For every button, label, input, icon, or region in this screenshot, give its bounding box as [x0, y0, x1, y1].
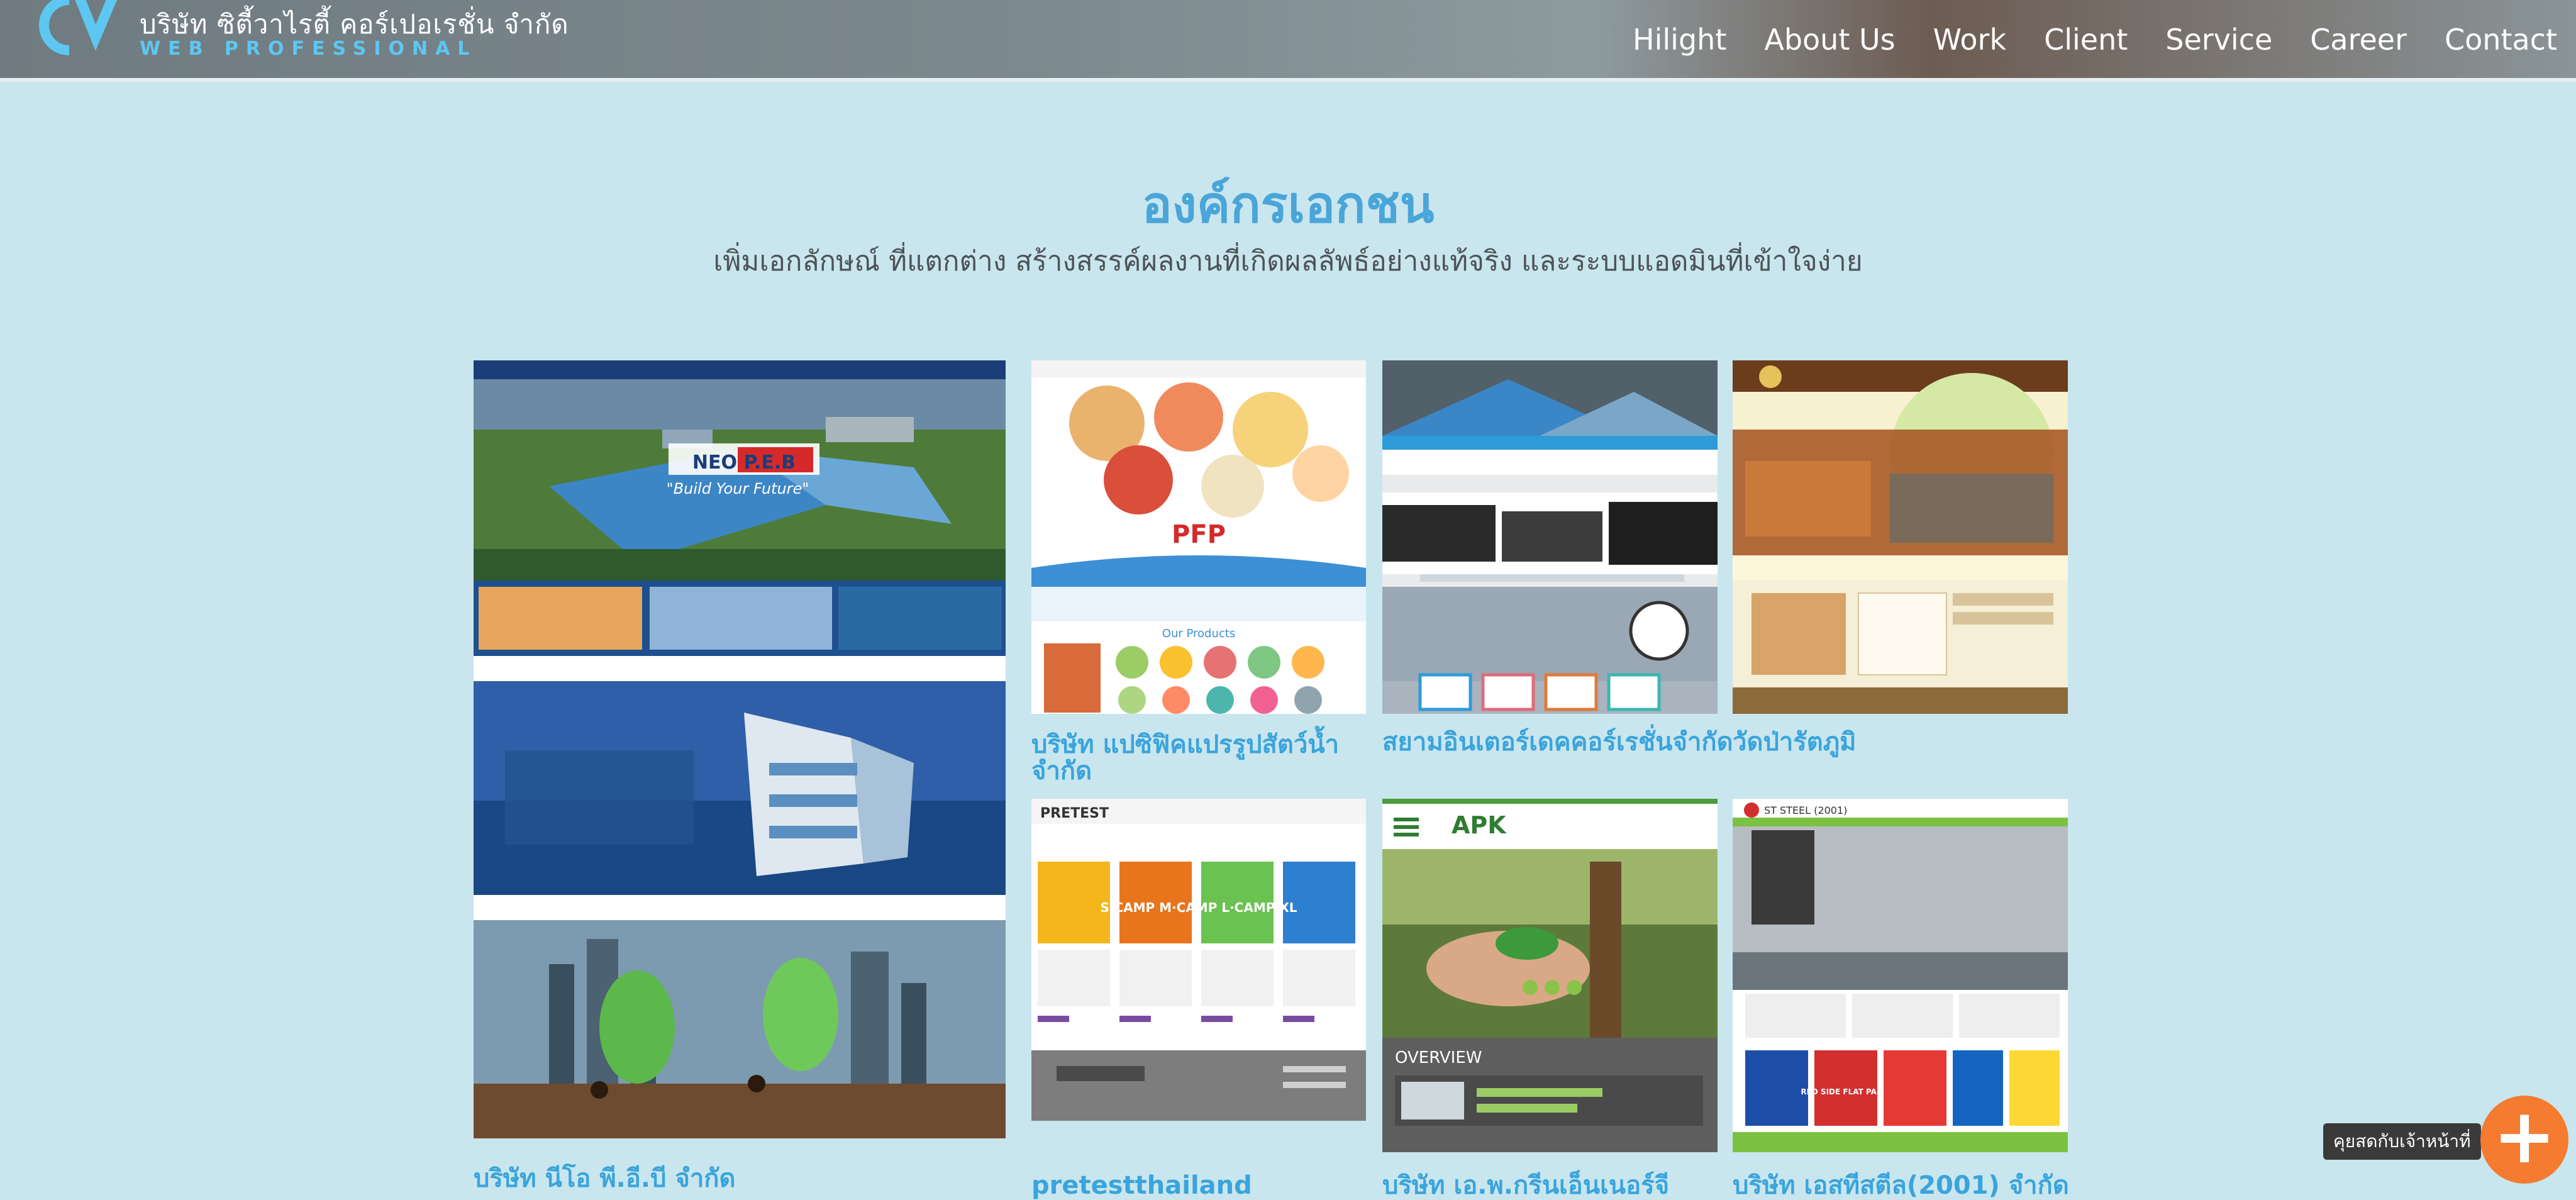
- pretest-logo-text: PRETEST: [1040, 806, 1109, 821]
- main-nav: Hilight About Us Work Client Service Car…: [1614, 23, 2576, 57]
- portfolio-title[interactable]: บริษัท นีโอ พี.อี.บี จำกัด: [474, 1165, 1006, 1192]
- section-title: องค์กรเอกชน: [1141, 175, 1435, 234]
- nav-item-contact[interactable]: Contact: [2426, 23, 2576, 57]
- portfolio-card-apk-green-energy[interactable]: APK OVERVIEW บริษัท เอ.พ.กรีนเอ็นเนอร์จี: [1382, 799, 1718, 1200]
- apk-logo-text: APK: [1452, 811, 1507, 839]
- portfolio-thumbnail[interactable]: NEO P.E.B "Build Your Future": [474, 360, 1006, 1138]
- portfolio-card-pretest[interactable]: PRETEST S·CAMP M·CAMP L·CAMP XL pretestt…: [1031, 799, 1366, 1200]
- st-steel-logo-text: ST STEEL (2001): [1764, 804, 1847, 816]
- portfolio-card-neo-peb[interactable]: NEO P.E.B "Build Your Future" บริษัท นีโ…: [474, 360, 1006, 1200]
- portfolio-thumbnail[interactable]: ST STEEL (2001) RED SIDE FLAT PAINT: [1733, 799, 2068, 1152]
- nav-item-service[interactable]: Service: [2146, 23, 2291, 57]
- portfolio-card-wat-pa-rattaphum[interactable]: วัดป่ารัตภูมิ: [1733, 360, 2068, 769]
- portfolio-thumbnail[interactable]: PFP Our Products: [1031, 360, 1366, 714]
- portfolio-thumbnail[interactable]: APK OVERVIEW: [1382, 799, 1718, 1152]
- portfolio-title[interactable]: pretestthailand: [1031, 1172, 1366, 1199]
- portfolio-thumbnail[interactable]: [1382, 360, 1718, 714]
- portfolio-card-st-steel[interactable]: ST STEEL (2001) RED SIDE FLAT PAINT บริษ…: [1733, 799, 2069, 1200]
- company-logo-icon[interactable]: [25, 0, 119, 57]
- portfolio-title[interactable]: วัดป่ารัตภูมิ: [1733, 729, 2068, 755]
- apk-overview-label: OVERVIEW: [1395, 1048, 1482, 1067]
- nav-item-about-us[interactable]: About Us: [1745, 23, 1914, 57]
- neo-peb-slogan: "Build Your Future": [667, 480, 809, 497]
- portfolio-thumbnail[interactable]: [1733, 360, 2068, 714]
- pfp-logo-text: PFP: [1172, 520, 1226, 549]
- section-subtitle: เพิ่มเอกลักษณ์ ที่แตกต่าง สร้างสรรค์ผลงา…: [713, 245, 1863, 277]
- portfolio-title[interactable]: บริษัท เอ.พ.กรีนเอ็นเนอร์จี: [1382, 1172, 1718, 1199]
- pretest-camps-label: S·CAMP M·CAMP L·CAMP XL: [1100, 900, 1297, 915]
- portfolio-title[interactable]: บริษัท เอสทีสตีล(2001) จำกัด: [1733, 1172, 2085, 1199]
- portfolio-card-siam-inter-decoration[interactable]: สยามอินเตอร์เดคคอร์เรชั่นจำกัด: [1382, 360, 1733, 769]
- portfolio-card-pfp[interactable]: PFP Our Products บริษัท แปซิฟิคแปรรูปสัต…: [1031, 360, 1366, 801]
- pfp-products-label: Our Products: [1162, 627, 1235, 640]
- nav-item-career[interactable]: Career: [2291, 23, 2426, 57]
- plus-icon[interactable]: +: [2480, 1096, 2568, 1184]
- live-chat-label[interactable]: คุยสดกับเจ้าหน้าที่: [2323, 1123, 2481, 1160]
- st-steel-product-label: RED SIDE FLAT PAINT: [1801, 1087, 1891, 1096]
- neo-peb-logo-text: NEO P.E.B: [692, 452, 796, 474]
- portfolio-thumbnail[interactable]: PRETEST S·CAMP M·CAMP L·CAMP XL: [1031, 799, 1366, 1121]
- nav-item-work[interactable]: Work: [1914, 23, 2025, 57]
- portfolio-title[interactable]: บริษัท แปซิฟิคแปรรูปสัตว์น้ำ จำกัด: [1031, 731, 1366, 784]
- portfolio-title[interactable]: สยามอินเตอร์เดคคอร์เรชั่นจำกัด: [1382, 729, 1735, 755]
- site-header: บริษัท ซิตี้วาไรตี้ คอร์เปอเรชั่น จำกัด …: [0, 0, 2576, 82]
- nav-item-hilight[interactable]: Hilight: [1614, 23, 1745, 57]
- nav-item-client[interactable]: Client: [2025, 23, 2146, 57]
- company-tagline: WEB PROFESSIONAL: [140, 38, 477, 60]
